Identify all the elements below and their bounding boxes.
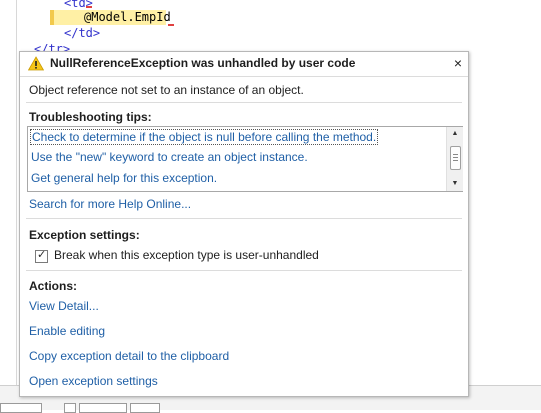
bottom-control[interactable] — [0, 403, 42, 413]
divider — [26, 102, 462, 103]
exception-message: Object reference not set to an instance … — [29, 83, 304, 97]
actions-heading: Actions: — [29, 279, 77, 293]
bottom-control[interactable] — [64, 403, 76, 413]
exception-helper-popup: NullReferenceException was unhandled by … — [19, 51, 469, 397]
copy-exception-detail-link[interactable]: Copy exception detail to the clipboard — [29, 349, 229, 363]
bottom-control[interactable] — [79, 403, 127, 413]
enable-editing-link[interactable]: Enable editing — [29, 324, 105, 338]
break-on-exception-label[interactable]: Break when this exception type is user-u… — [54, 248, 319, 262]
scroll-up-icon[interactable]: ▲ — [447, 128, 463, 140]
troubleshooting-tips-list[interactable]: Check to determine if the object is null… — [27, 126, 463, 192]
view-detail-link[interactable]: View Detail... — [29, 299, 99, 313]
divider — [26, 270, 462, 271]
tip-link[interactable]: Check to determine if the object is null… — [30, 129, 379, 145]
error-squiggle — [86, 6, 92, 8]
tips-scrollbar[interactable]: ▲ ▼ — [446, 127, 463, 191]
code-line-model-empid[interactable]: @Model.EmpId — [84, 9, 171, 25]
scroll-down-icon[interactable]: ▼ — [447, 178, 463, 190]
break-on-exception-checkbox[interactable]: ✓ — [35, 249, 48, 263]
current-statement-marker — [50, 10, 54, 25]
open-exception-settings-link[interactable]: Open exception settings — [29, 374, 158, 388]
search-help-online-link[interactable]: Search for more Help Online... — [29, 197, 191, 211]
tip-link[interactable]: Use the "new" keyword to create an objec… — [31, 150, 308, 164]
exception-settings-heading: Exception settings: — [29, 228, 140, 242]
troubleshooting-heading: Troubleshooting tips: — [29, 110, 152, 124]
tip-link[interactable]: Get general help for this exception. — [31, 171, 217, 185]
code-line-td-close[interactable]: </td> — [64, 25, 100, 41]
warning-icon — [28, 56, 44, 71]
gutter-divider — [16, 0, 17, 409]
bottom-control[interactable] — [130, 403, 160, 413]
check-icon: ✓ — [37, 249, 47, 261]
close-icon[interactable]: × — [451, 55, 465, 71]
scrollbar-thumb[interactable] — [450, 146, 461, 170]
popup-title-bar: NullReferenceException was unhandled by … — [20, 52, 468, 77]
divider — [26, 218, 462, 219]
exception-title: NullReferenceException was unhandled by … — [50, 56, 356, 70]
error-squiggle — [168, 24, 174, 26]
